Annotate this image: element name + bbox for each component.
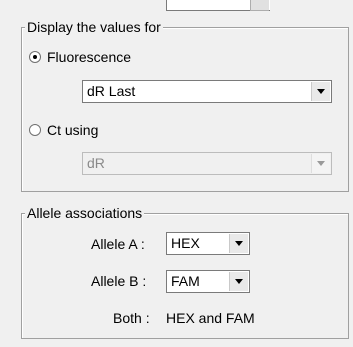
fluorescence-radio[interactable] — [29, 51, 41, 63]
settings-panel: Display the values for Fluorescence dR L… — [0, 0, 353, 347]
both-label: Both : — [113, 310, 150, 326]
chevron-down-icon[interactable] — [229, 234, 248, 253]
allele-a-combo[interactable]: HEX — [166, 232, 250, 255]
allele-b-label: Allele B : — [91, 273, 147, 289]
chevron-down-icon[interactable] — [229, 272, 248, 291]
ct-using-combo[interactable]: dR — [82, 152, 332, 175]
chevron-down-icon[interactable] — [311, 82, 330, 101]
display-values-legend: Display the values for — [25, 19, 163, 35]
allele-a-label: Allele A : — [91, 236, 145, 252]
allele-b-combo-value: FAM — [171, 273, 200, 289]
partial-combo-dropdown-button[interactable] — [250, 0, 269, 11]
allele-b-combo[interactable]: FAM — [166, 270, 250, 293]
fluorescence-label[interactable]: Fluorescence — [47, 49, 131, 65]
allele-associations-legend: Allele associations — [25, 205, 145, 221]
both-value: HEX and FAM — [166, 310, 255, 326]
chevron-down-icon[interactable] — [311, 154, 330, 173]
allele-a-combo-value: HEX — [171, 235, 200, 251]
radio-selected-dot — [33, 55, 37, 59]
ct-using-combo-value: dR — [87, 155, 105, 171]
fluorescence-combo[interactable]: dR Last — [82, 80, 332, 103]
fluorescence-combo-value: dR Last — [87, 83, 136, 99]
ct-using-radio[interactable] — [29, 124, 41, 136]
ct-using-label[interactable]: Ct using — [47, 122, 98, 138]
